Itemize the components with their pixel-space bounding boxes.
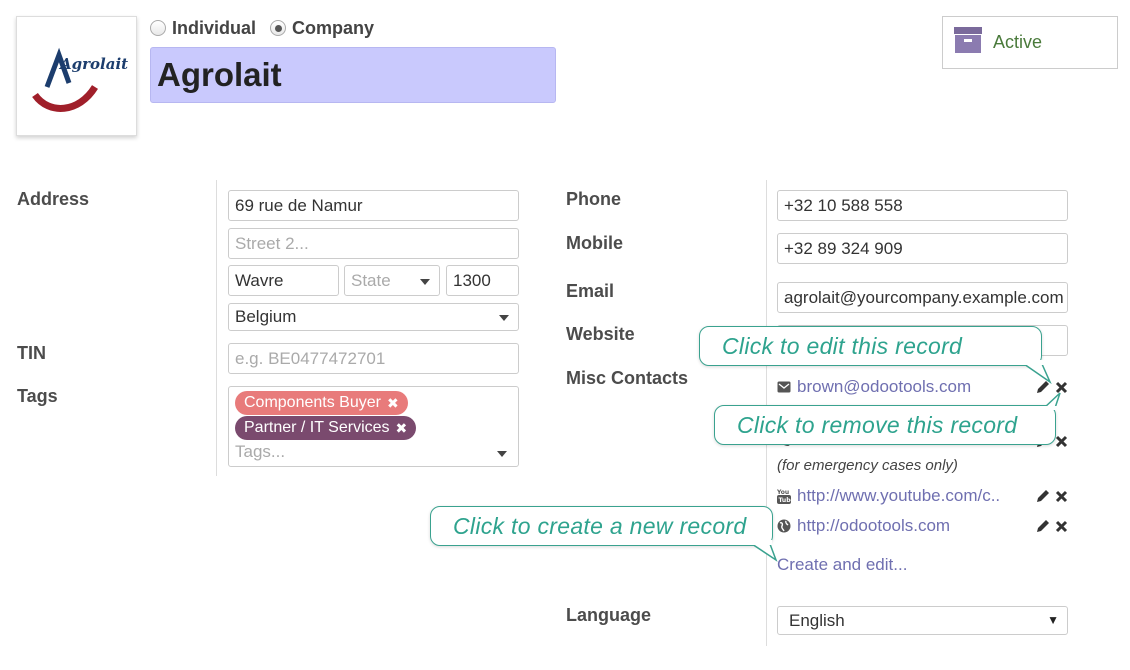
radio-company-label: Company bbox=[292, 17, 375, 38]
radio-company[interactable]: Company bbox=[270, 18, 374, 39]
callout-remove: Click to remove this record bbox=[714, 405, 1056, 445]
misc-contact-row[interactable]: brown@odootools.com bbox=[777, 377, 971, 397]
tag-partner-it-services: Partner / IT Services ✖ bbox=[235, 416, 417, 440]
remove-tag-icon[interactable]: ✖ bbox=[387, 395, 399, 412]
misc-contact-row[interactable]: YouTube http://www.youtube.com/c.. bbox=[777, 486, 1000, 506]
active-label: Active bbox=[993, 32, 1043, 52]
language-label: Language bbox=[566, 605, 652, 625]
dropdown-arrow-icon: ▼ bbox=[1047, 613, 1059, 627]
email-label: Email bbox=[566, 281, 615, 301]
callout-edit-text: Click to edit this record bbox=[722, 332, 963, 359]
misc-contact-link[interactable]: http://odootools.com bbox=[797, 516, 950, 536]
misc-contact-row[interactable]: http://odootools.com bbox=[777, 516, 950, 536]
envelope-icon bbox=[777, 380, 791, 394]
street-input[interactable]: 69 rue de Namur bbox=[228, 190, 519, 221]
callout-edit-tail bbox=[1023, 360, 1052, 384]
website-label: Website bbox=[566, 324, 635, 344]
radio-individual-button[interactable] bbox=[150, 20, 166, 36]
active-toggle-button[interactable]: Active bbox=[942, 16, 1118, 69]
email-input[interactable]: agrolait@yourcompany.example.com bbox=[777, 282, 1068, 313]
zip-input[interactable]: 1300 bbox=[446, 265, 519, 296]
left-column-divider bbox=[216, 180, 217, 476]
close-icon[interactable] bbox=[1054, 489, 1068, 503]
tags-input[interactable]: Components Buyer ✖ Partner / IT Services… bbox=[228, 386, 519, 467]
close-icon[interactable] bbox=[1054, 434, 1068, 448]
tin-label: TIN bbox=[17, 343, 46, 363]
pencil-icon[interactable] bbox=[1036, 519, 1050, 533]
create-and-edit-link[interactable]: Create and edit... bbox=[777, 555, 907, 575]
youtube-icon: YouTube bbox=[777, 489, 792, 504]
phone-label: Phone bbox=[566, 189, 622, 209]
mobile-label: Mobile bbox=[566, 233, 623, 253]
svg-text:Tube: Tube bbox=[779, 497, 792, 504]
mobile-input[interactable]: +32 89 324 909 bbox=[777, 233, 1068, 264]
callout-create: Click to create a new record bbox=[430, 506, 773, 546]
state-select[interactable]: State bbox=[344, 265, 440, 296]
language-select[interactable]: English ▼ bbox=[777, 606, 1068, 635]
callout-create-tail bbox=[751, 540, 778, 562]
misc-contact-link[interactable]: brown@odootools.com bbox=[797, 377, 971, 397]
pencil-icon[interactable] bbox=[1036, 489, 1050, 503]
misc-contacts-label: Misc Contacts bbox=[566, 368, 689, 388]
callout-remove-text: Click to remove this record bbox=[737, 411, 1018, 438]
tags-placeholder: Tags... bbox=[235, 442, 286, 461]
tag-components-buyer: Components Buyer ✖ bbox=[235, 391, 408, 415]
callout-edit: Click to edit this record bbox=[699, 326, 1042, 366]
logo-text: Agrolait bbox=[58, 55, 128, 73]
tag-label: Components Buyer bbox=[244, 394, 381, 411]
radio-individual-label: Individual bbox=[172, 17, 257, 38]
tag-label: Partner / IT Services bbox=[244, 419, 390, 436]
state-placeholder: State bbox=[351, 270, 391, 290]
address-label: Address bbox=[17, 189, 90, 209]
country-value: Belgium bbox=[235, 307, 297, 326]
callout-create-text: Click to create a new record bbox=[453, 512, 747, 539]
city-input[interactable]: Wavre bbox=[228, 265, 339, 296]
archive-icon bbox=[953, 26, 983, 59]
phone-input[interactable]: +32 10 588 558 bbox=[777, 190, 1068, 221]
remove-tag-icon[interactable]: ✖ bbox=[396, 420, 408, 437]
globe-icon bbox=[777, 519, 791, 533]
callout-remove-tail bbox=[1043, 392, 1061, 410]
row-actions bbox=[1036, 489, 1068, 503]
street2-input[interactable]: Street 2... bbox=[228, 228, 519, 259]
row-actions bbox=[1036, 519, 1068, 533]
country-select[interactable]: Belgium bbox=[228, 303, 519, 331]
company-logo[interactable]: Agrolait bbox=[16, 16, 137, 136]
radio-individual[interactable]: Individual bbox=[150, 18, 256, 39]
tin-input[interactable]: e.g. BE0477472701 bbox=[228, 343, 519, 374]
misc-contact-link[interactable]: http://www.youtube.com/c.. bbox=[797, 486, 1000, 506]
svg-text:You: You bbox=[777, 489, 789, 496]
radio-company-button[interactable] bbox=[270, 20, 287, 36]
close-icon[interactable] bbox=[1054, 519, 1068, 533]
tags-search-input[interactable]: Tags... bbox=[235, 442, 516, 464]
misc-contact-note: (for emergency cases only) bbox=[777, 457, 958, 474]
company-type-radio-group: Individual Company bbox=[150, 16, 374, 40]
tags-label: Tags bbox=[17, 386, 58, 406]
language-value: English bbox=[789, 610, 845, 630]
company-name-input[interactable]: Agrolait bbox=[150, 47, 556, 103]
